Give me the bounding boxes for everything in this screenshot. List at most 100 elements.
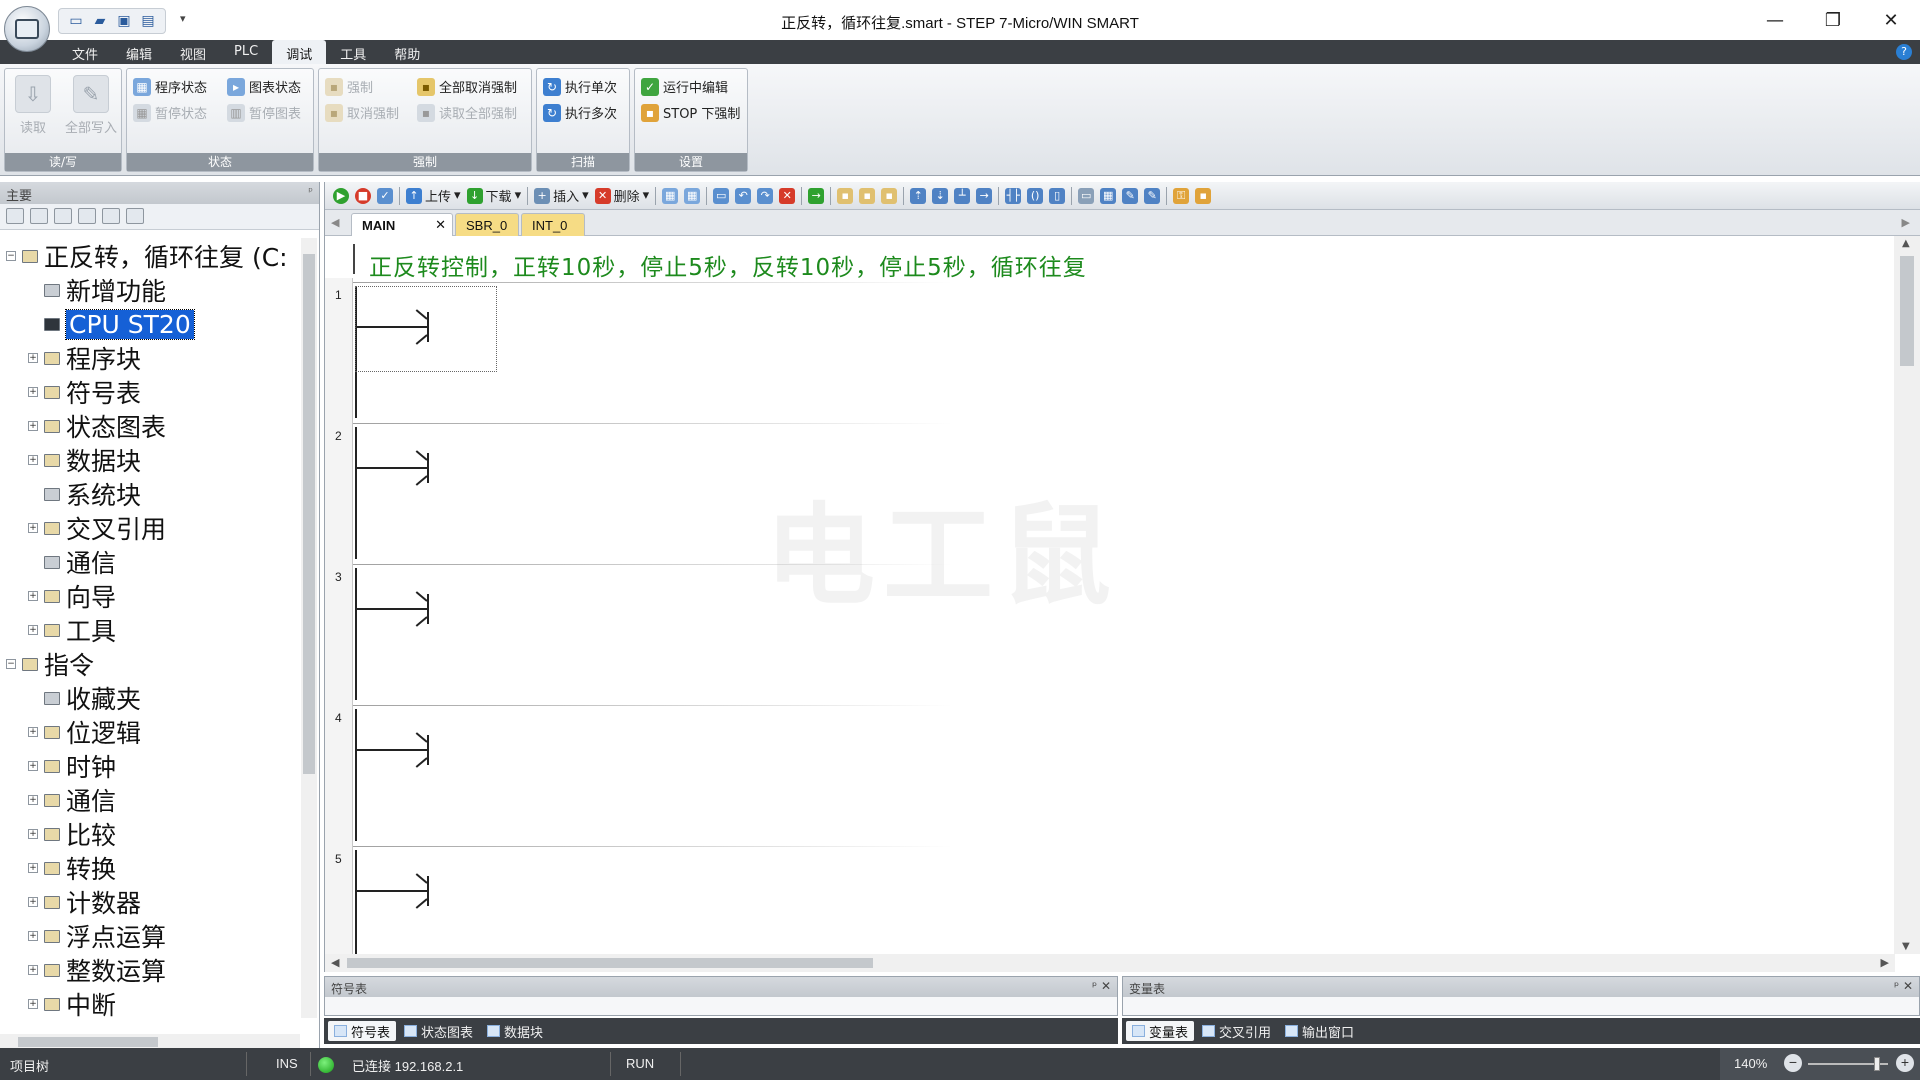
expand-icon[interactable]: +: [28, 795, 38, 805]
menu-view[interactable]: 视图: [166, 40, 220, 64]
read-button[interactable]: ⇩ 读取: [11, 75, 55, 136]
menu-edit[interactable]: 编辑: [112, 40, 166, 64]
pane-controls[interactable]: ᵖ ✕: [1092, 979, 1111, 993]
scroll-thumb[interactable]: [303, 254, 315, 774]
stop-icon[interactable]: ■: [355, 187, 371, 204]
tab-output-window[interactable]: 输出窗口: [1279, 1021, 1360, 1041]
tab-data-block[interactable]: 数据块: [481, 1021, 549, 1041]
upload-button[interactable]: ↑ 上传 ▾: [406, 186, 461, 205]
scroll-thumb[interactable]: [347, 958, 873, 968]
redo-icon[interactable]: ↷: [757, 187, 774, 204]
table-icon[interactable]: ▦: [1100, 187, 1117, 204]
lock-icon[interactable]: ▪: [859, 187, 876, 204]
bookmark-icon[interactable]: ▦: [662, 187, 679, 204]
monitor-icon[interactable]: [126, 208, 144, 224]
tree-item[interactable]: + 中断: [28, 988, 116, 1018]
line-right-icon[interactable]: →: [976, 187, 993, 204]
scroll-up-icon[interactable]: ▲: [1902, 238, 1910, 249]
chart-status-button[interactable]: ▸ 图表状态: [227, 77, 301, 96]
tree-item[interactable]: + 符号表: [28, 376, 141, 408]
close-tab-icon[interactable]: ✕: [435, 217, 446, 233]
expand-icon[interactable]: +: [28, 965, 38, 975]
expand-icon[interactable]: +: [28, 523, 38, 533]
tree-vertical-scrollbar[interactable]: [301, 238, 317, 1018]
box-icon[interactable]: ▯: [1049, 187, 1066, 204]
tree-item[interactable]: + 计数器: [28, 886, 141, 918]
tab-scroll-right-icon[interactable]: ▶: [1902, 216, 1910, 229]
help-icon[interactable]: ?: [1896, 44, 1912, 60]
collapse-icon[interactable]: −: [6, 659, 16, 669]
stop-force-button[interactable]: ▪ STOP 下强制: [641, 103, 740, 122]
tree-item[interactable]: + 整数运算: [28, 954, 166, 986]
tab-main[interactable]: MAIN ✕: [351, 213, 453, 236]
tree-item[interactable]: + 时钟: [28, 750, 116, 782]
line-up-icon[interactable]: ┴: [954, 187, 971, 204]
delete-button[interactable]: ✕ 删除 ▾: [594, 186, 649, 205]
expand-icon[interactable]: +: [28, 455, 38, 465]
tab-int-0[interactable]: INT_0: [521, 213, 585, 236]
zoom-slider-handle[interactable]: [1874, 1057, 1880, 1071]
pane-controls[interactable]: ᵖ ✕: [1894, 979, 1913, 993]
expand-icon[interactable]: +: [28, 863, 38, 873]
tree-item[interactable]: + 向导: [28, 580, 116, 612]
network-icon[interactable]: ▭: [713, 187, 730, 204]
pause-chart-button[interactable]: ▥ 暂停图表: [227, 103, 301, 122]
restore-button[interactable]: ❐: [1804, 0, 1862, 40]
tree-item[interactable]: + 工具: [28, 614, 116, 646]
clear-icon[interactable]: ✕: [779, 187, 796, 204]
expand-icon[interactable]: +: [28, 727, 38, 737]
collapse-icon[interactable]: −: [6, 251, 16, 261]
menu-debug[interactable]: 调试: [272, 40, 327, 64]
app-menu-button[interactable]: [4, 6, 50, 52]
properties-icon[interactable]: ✎: [1122, 187, 1139, 204]
settings-icon[interactable]: ▪: [1195, 187, 1212, 204]
tree-item[interactable]: + 程序块: [28, 342, 141, 374]
contact-icon[interactable]: ┤├: [1005, 187, 1022, 204]
program-status-button[interactable]: ▦ 程序状态: [133, 77, 207, 96]
editor-horizontal-scrollbar[interactable]: ◀ ▶: [325, 954, 1895, 972]
tree-item[interactable]: 收藏夹: [28, 682, 141, 714]
tree-tool-icon[interactable]: [78, 208, 96, 224]
ladder-network[interactable]: 2: [325, 423, 1893, 564]
tab-cross-reference[interactable]: 交叉引用: [1196, 1021, 1277, 1041]
tree-item[interactable]: − 指令: [6, 648, 94, 680]
edit-icon[interactable]: ✎: [1144, 187, 1161, 204]
tree-tool-icon[interactable]: [102, 208, 120, 224]
expand-icon[interactable]: +: [28, 761, 38, 771]
tree-item[interactable]: + 浮点运算: [28, 920, 166, 952]
expand-icon[interactable]: +: [28, 897, 38, 907]
single-scan-button[interactable]: ↻ 执行单次: [543, 77, 617, 96]
ladder-network[interactable]: 3: [325, 564, 1893, 705]
scroll-left-icon[interactable]: ◀: [331, 956, 339, 969]
tree-item[interactable]: + 转换: [28, 852, 116, 884]
zoom-in-button[interactable]: +: [1896, 1054, 1914, 1072]
tree-item[interactable]: + 位逻辑: [28, 716, 141, 748]
tab-scroll-left-icon[interactable]: ◀: [331, 216, 339, 229]
lock-icon[interactable]: ▪: [881, 187, 898, 204]
branch-down-icon[interactable]: ⇣: [932, 187, 949, 204]
pin-icon[interactable]: ᵖ: [308, 185, 313, 198]
expand-icon[interactable]: +: [28, 353, 38, 363]
expand-icon[interactable]: +: [28, 591, 38, 601]
download-button[interactable]: ↓ 下载 ▾: [466, 186, 521, 205]
expand-icon[interactable]: +: [28, 625, 38, 635]
tree-item[interactable]: 新增功能: [28, 274, 166, 306]
unforce-all-button[interactable]: ▪ 全部取消强制: [417, 77, 517, 96]
coil-icon[interactable]: (): [1027, 187, 1044, 204]
ladder-network[interactable]: 5: [325, 846, 1893, 954]
tab-sbr-0[interactable]: SBR_0: [455, 213, 519, 236]
tree-item[interactable]: + 状态图表: [28, 410, 166, 442]
tab-symbol-table[interactable]: 符号表: [328, 1021, 397, 1041]
tree-tool-icon[interactable]: [30, 208, 48, 224]
run-edit-button[interactable]: ✓ 运行中编辑: [641, 77, 728, 96]
tree-tool-icon[interactable]: [6, 208, 24, 224]
tree-item[interactable]: + 数据块: [28, 444, 141, 476]
expand-icon[interactable]: +: [28, 829, 38, 839]
symbol-icon[interactable]: ▭: [1078, 187, 1095, 204]
tree-item[interactable]: + 交叉引用: [28, 512, 166, 544]
menu-plc[interactable]: PLC: [220, 40, 272, 64]
tree-item[interactable]: 通信: [28, 546, 116, 578]
ladder-network[interactable]: 4: [325, 705, 1893, 846]
tree-tool-icon[interactable]: [54, 208, 72, 224]
tab-status-chart[interactable]: 状态图表: [398, 1021, 479, 1041]
